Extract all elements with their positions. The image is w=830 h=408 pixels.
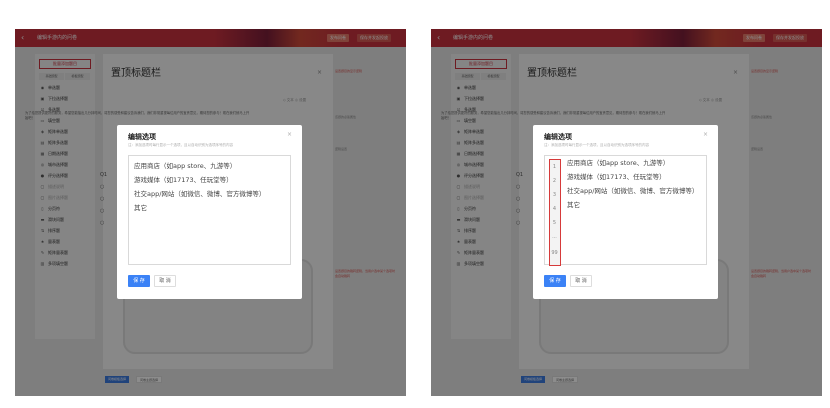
options-textarea[interactable]: 1 2 3 4 5 ... 99 应用商店（如app store、九游等） 游戏…: [544, 155, 707, 266]
line-number: 99: [551, 250, 558, 256]
line-number: 3: [552, 192, 557, 198]
option-line: 社交app/网站（如微信、微博、官方微博等）: [134, 190, 266, 198]
left-screenshot: ‹ 编辑手游内的问卷 发布问卷 保存并发起投放 批量添加题目 基础题型 模板题型…: [15, 29, 406, 396]
line-number: 1: [552, 164, 557, 170]
dialog-hint: 注：添加选项时每行显示一个选项，且以自动识别为选项序号的内容: [544, 143, 649, 147]
cancel-button[interactable]: 取 消: [154, 275, 176, 287]
line-number: ...: [552, 234, 557, 240]
option-line: 其它: [134, 204, 147, 212]
save-button[interactable]: 保 存: [544, 275, 566, 287]
option-line: 游戏媒体（如17173、任玩堂等）: [567, 173, 666, 181]
dialog-title: 编辑选项: [544, 133, 572, 141]
edit-options-dialog: 编辑选项 × 注：添加选项时每行显示一个选项，且以自动识别为选项序号的内容 1 …: [533, 125, 718, 299]
option-line: 社交app/网站（如微信、微博、官方微博等）: [567, 187, 699, 195]
right-screenshot: ‹ 编辑手游内的问卷 发布问卷 保存并发起投放 批量添加题目 基础题型 模板题型…: [431, 29, 822, 396]
option-line: 应用商店（如app store、九游等）: [134, 162, 237, 170]
dialog-hint: 注：添加选项时每行显示一个选项，且以自动识别为选项序号的内容: [128, 143, 233, 147]
option-line: 应用商店（如app store、九游等）: [567, 159, 670, 167]
dialog-title: 编辑选项: [128, 133, 156, 141]
close-icon[interactable]: ×: [703, 131, 708, 139]
line-number-gutter: 1 2 3 4 5 ... 99: [549, 159, 561, 266]
options-textarea[interactable]: 应用商店（如app store、九游等） 游戏媒体（如17173、任玩堂等） 社…: [128, 155, 291, 265]
save-button[interactable]: 保 存: [128, 275, 150, 287]
option-line: 游戏媒体（如17173、任玩堂等）: [134, 176, 233, 184]
line-number: 4: [552, 206, 557, 212]
edit-options-dialog: 编辑选项 × 注：添加选项时每行显示一个选项，且以自动识别为选项序号的内容 应用…: [117, 125, 302, 299]
line-number: 2: [552, 178, 557, 184]
option-line: 其它: [567, 201, 580, 209]
cancel-button[interactable]: 取 消: [570, 275, 592, 287]
line-number: 5: [552, 220, 557, 226]
close-icon[interactable]: ×: [287, 131, 292, 139]
